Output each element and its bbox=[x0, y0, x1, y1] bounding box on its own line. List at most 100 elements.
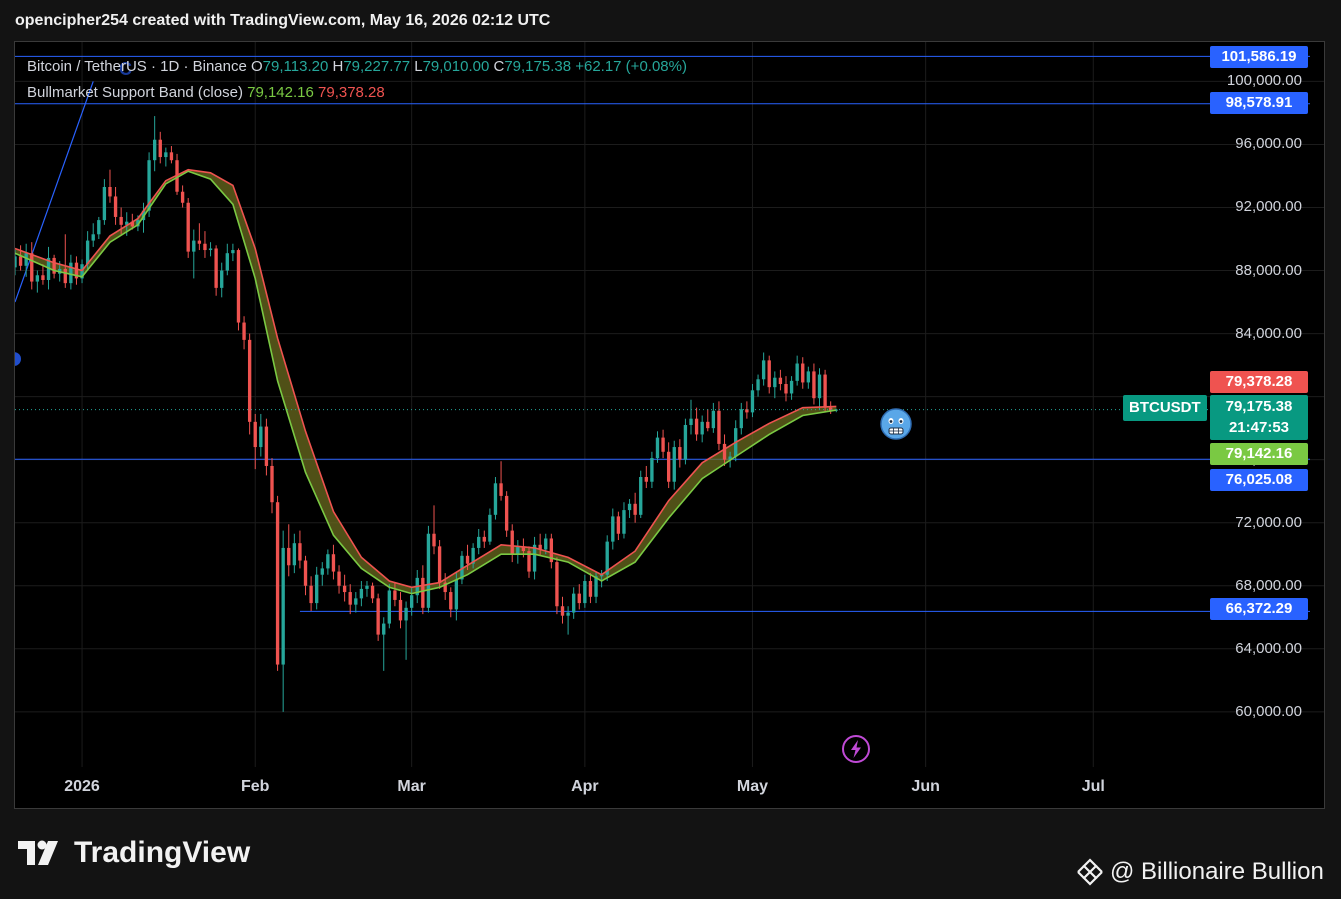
candle-body bbox=[35, 275, 40, 282]
candle-body bbox=[208, 248, 213, 251]
candle-body bbox=[566, 612, 570, 616]
candle-body bbox=[789, 380, 794, 394]
chart-panel[interactable]: C Bitcoin / TetherUS · 1D · Binance O79,… bbox=[14, 41, 1325, 809]
candle-body bbox=[437, 546, 442, 583]
candle-body bbox=[108, 187, 112, 197]
candle-body bbox=[197, 240, 202, 244]
candle-body bbox=[220, 270, 224, 288]
candle-body bbox=[778, 377, 783, 385]
chart-canvas[interactable] bbox=[15, 42, 1325, 809]
candle-body bbox=[583, 581, 587, 604]
legend-low: 79,010.00 bbox=[422, 58, 490, 75]
candle-body bbox=[611, 516, 615, 542]
candle-body bbox=[504, 495, 509, 531]
candle-body bbox=[102, 187, 107, 221]
candle-body bbox=[689, 418, 693, 425]
y-axis-tick-label: 96,000.00 bbox=[1235, 135, 1302, 153]
legend-high: 79,227.77 bbox=[343, 58, 411, 75]
price-label-98578[interactable]: 98,578.91 bbox=[1210, 92, 1308, 114]
candle-body bbox=[303, 560, 308, 586]
candle-body bbox=[309, 585, 313, 604]
candle-body bbox=[214, 248, 218, 288]
candle-body bbox=[186, 202, 190, 252]
candle-body bbox=[560, 606, 565, 616]
candle-body bbox=[482, 536, 486, 542]
candle-body bbox=[633, 503, 637, 515]
candle-body bbox=[63, 268, 67, 284]
legend-l-label: L bbox=[414, 58, 423, 75]
candle-body bbox=[382, 623, 386, 635]
candle-body bbox=[666, 451, 671, 482]
candle-body bbox=[225, 253, 229, 271]
candle-body bbox=[717, 410, 721, 444]
candle-body bbox=[393, 590, 397, 600]
candle-body bbox=[97, 220, 101, 235]
candle-body bbox=[113, 196, 118, 217]
candle-body bbox=[91, 234, 95, 241]
legend-symbol[interactable]: Bitcoin / TetherUS · 1D · Binance bbox=[27, 58, 247, 75]
candle-body bbox=[477, 536, 481, 548]
candle-body bbox=[41, 275, 45, 280]
legend-indicator-row: Bullmarket Support Band (close) 79,142.1… bbox=[27, 80, 687, 106]
candle-body bbox=[119, 216, 123, 225]
lightning-bolt-icon[interactable] bbox=[840, 733, 872, 765]
candle-body bbox=[331, 554, 336, 572]
candle-body bbox=[315, 574, 319, 604]
price-label-band-upper: 79,378.28 bbox=[1210, 371, 1308, 393]
x-axis-tick-label: Mar bbox=[397, 778, 426, 795]
candle-body bbox=[370, 585, 375, 599]
legend[interactable]: Bitcoin / TetherUS · 1D · Binance O79,11… bbox=[27, 54, 687, 106]
candle-body bbox=[639, 477, 643, 515]
candle-body bbox=[801, 363, 805, 383]
candle-body bbox=[18, 256, 23, 266]
y-axis-tick-label: 92,000.00 bbox=[1235, 198, 1302, 216]
candle-body bbox=[795, 363, 799, 381]
candle-body bbox=[627, 503, 632, 511]
price-label-101586[interactable]: 101,586.19 bbox=[1210, 46, 1308, 68]
price-label-76025[interactable]: 76,025.08 bbox=[1210, 469, 1308, 491]
candle-body bbox=[577, 593, 581, 604]
legend-indicator-name[interactable]: Bullmarket Support Band (close) bbox=[27, 84, 243, 101]
y-axis-tick-label: 84,000.00 bbox=[1235, 324, 1302, 342]
chart-caption: opencipher254 created with TradingView.c… bbox=[15, 12, 551, 29]
candle-body bbox=[253, 421, 257, 448]
tradingview-mark-icon bbox=[18, 840, 58, 865]
candle-body bbox=[488, 514, 492, 542]
y-axis-tick-label: 60,000.00 bbox=[1235, 702, 1302, 720]
candle-body bbox=[15, 256, 17, 268]
candle-body bbox=[516, 546, 520, 555]
candle-body bbox=[231, 250, 235, 254]
candle-body bbox=[326, 554, 330, 569]
x-axis-tick-label: May bbox=[736, 778, 769, 795]
tradingview-logo[interactable]: TradingView bbox=[18, 836, 250, 870]
legend-h-label: H bbox=[332, 58, 344, 75]
candle-body bbox=[465, 555, 470, 564]
candle-body bbox=[672, 447, 676, 482]
y-axis-tick-label: 64,000.00 bbox=[1235, 639, 1302, 657]
candle-body bbox=[678, 447, 682, 460]
x-axis-tick-label: Feb bbox=[241, 778, 270, 795]
candle-body bbox=[169, 152, 174, 161]
symbol-tag: BTCUSDT bbox=[1123, 395, 1207, 421]
candle-body bbox=[812, 371, 816, 399]
candle-body bbox=[454, 579, 459, 610]
candle-body bbox=[650, 458, 654, 482]
candle-body bbox=[164, 152, 168, 158]
diamond-logo-icon bbox=[1077, 858, 1103, 886]
candle-body bbox=[767, 360, 771, 388]
candle-body bbox=[655, 437, 660, 459]
candle-body bbox=[158, 139, 162, 158]
candle-body bbox=[694, 418, 699, 435]
price-label-66372[interactable]: 66,372.29 bbox=[1210, 598, 1308, 620]
candle-body bbox=[739, 409, 743, 429]
candle-body bbox=[259, 426, 263, 448]
candle-body bbox=[270, 465, 274, 503]
candle-body bbox=[320, 568, 324, 575]
candle-body bbox=[348, 592, 352, 605]
y-axis-tick-label: 100,000.00 bbox=[1226, 72, 1302, 90]
y-axis-tick-label: 72,000.00 bbox=[1235, 513, 1302, 531]
tradingview-wordmark: TradingView bbox=[74, 836, 251, 869]
credit-watermark: @ Billionaire Bullion bbox=[1076, 858, 1324, 886]
candle-body bbox=[192, 240, 196, 252]
candle-body bbox=[359, 588, 364, 599]
